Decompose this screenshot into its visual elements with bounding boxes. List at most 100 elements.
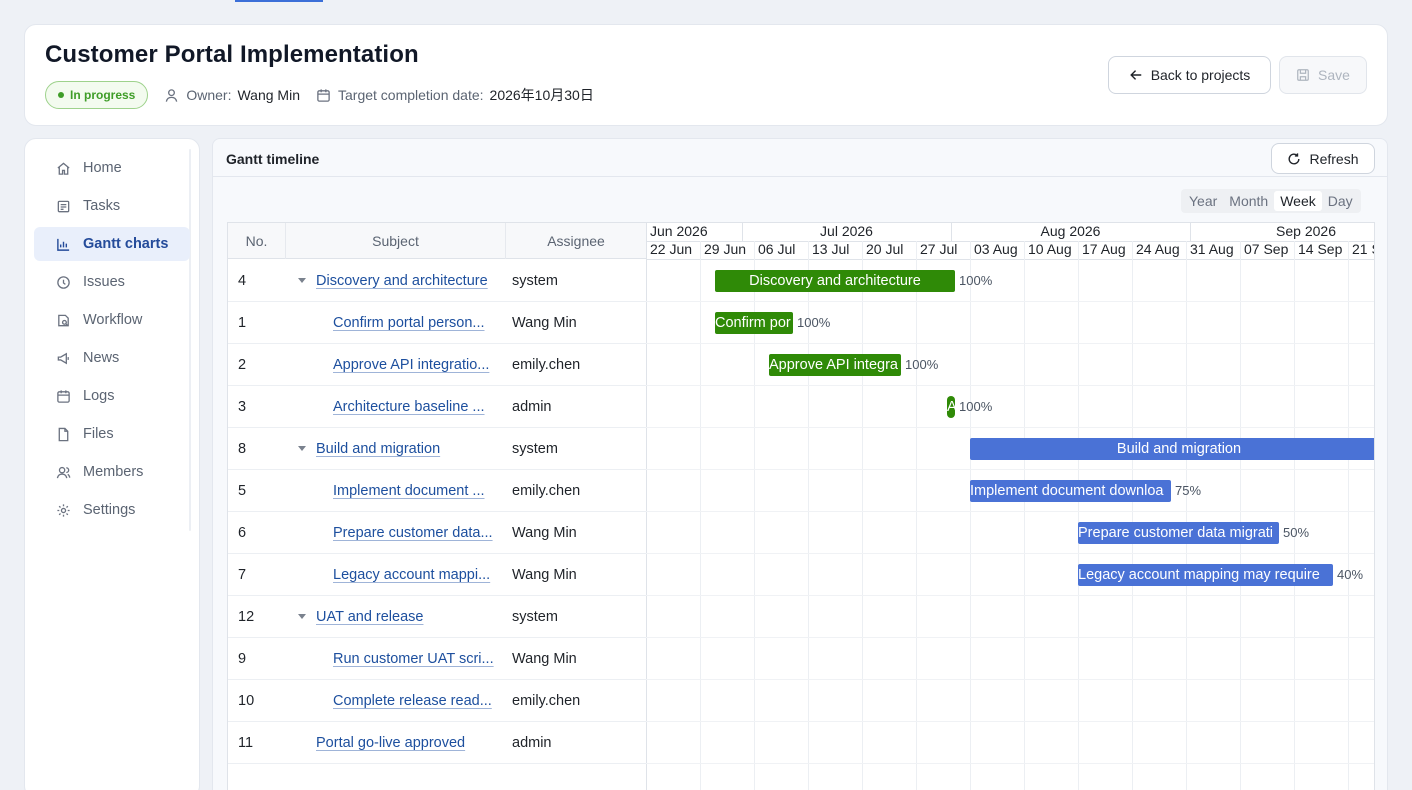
task-subject-link[interactable]: Run customer UAT scri... [333, 651, 494, 667]
table-row[interactable]: 1 Confirm portal person... Wang Min [228, 302, 646, 344]
collapse-caret-icon[interactable] [298, 446, 306, 451]
row-number: 10 [238, 693, 255, 709]
table-row[interactable]: 9 Run customer UAT scri... Wang Min [228, 638, 646, 680]
month-divider [742, 223, 743, 241]
subject-cell: Run customer UAT scri... [333, 638, 503, 680]
week-label: 20 Jul [866, 241, 904, 257]
scale-day[interactable]: Day [1322, 191, 1359, 211]
task-subject-link[interactable]: Build and migration [316, 441, 440, 457]
sidebar-item-members[interactable]: Members [34, 455, 190, 489]
sidebar-item-settings[interactable]: Settings [34, 493, 190, 527]
subject-cell: Confirm portal person... [333, 302, 503, 344]
table-row[interactable]: 2 Approve API integratio... emily.chen [228, 344, 646, 386]
status-dot [58, 92, 64, 98]
task-bar[interactable]: Implement document downloa [970, 480, 1171, 502]
table-row[interactable]: 4 Discovery and architecture system [228, 260, 646, 302]
collapse-caret-icon[interactable] [298, 614, 306, 619]
gantt-panel-header: Gantt timeline Refresh [213, 139, 1387, 177]
subject-cell: Build and migration [316, 428, 522, 470]
column-header-no[interactable]: No. [228, 223, 286, 259]
task-bar[interactable]: Discovery and architecture [715, 270, 955, 292]
task-subject-link[interactable]: Discovery and architecture [316, 273, 488, 289]
owner-name: Wang Min [237, 87, 300, 103]
column-header-subject[interactable]: Subject [286, 223, 506, 259]
sidebar-item-files[interactable]: Files [34, 417, 190, 451]
progress-label: 100% [959, 273, 993, 288]
task-subject-link[interactable]: Portal go-live approved [316, 735, 465, 751]
news-icon [57, 352, 69, 364]
task-bar[interactable]: Approve API integra [769, 354, 901, 376]
task-subject-link[interactable]: Prepare customer data... [333, 525, 493, 541]
sidebar-item-label: News [83, 350, 120, 366]
table-row[interactable]: 5 Implement document ... emily.chen [228, 470, 646, 512]
task-subject-link[interactable]: Complete release read... [333, 693, 492, 709]
task-subject-link[interactable]: UAT and release [316, 609, 423, 625]
assignee-cell: emily.chen [512, 483, 581, 499]
owner-info: Owner: Wang Min [164, 87, 300, 103]
table-row[interactable]: 11 Portal go-live approved admin [228, 722, 646, 764]
sidebar-item-news[interactable]: News [34, 341, 190, 375]
scale-month[interactable]: Month [1223, 191, 1274, 211]
week-gridline [1132, 241, 1133, 790]
assignee-cell: admin [512, 399, 552, 415]
table-row[interactable]: 7 Legacy account mappi... Wang Min [228, 554, 646, 596]
row-number: 11 [238, 735, 254, 751]
collapse-caret-icon[interactable] [298, 278, 306, 283]
week-gridline [1240, 241, 1241, 790]
sidebar-item-home[interactable]: Home [34, 151, 190, 185]
back-to-projects-button[interactable]: Back to projects [1108, 56, 1271, 94]
progress-label: 50% [1283, 525, 1310, 540]
table-row[interactable]: 10 Complete release read... emily.chen [228, 680, 646, 722]
week-label: 21 S [1352, 241, 1374, 257]
sidebar-item-workflow[interactable]: Workflow [34, 303, 190, 337]
sidebar-item-label: Members [83, 464, 144, 480]
week-gridline [916, 241, 917, 790]
task-bar[interactable]: Prepare customer data migrati [1078, 522, 1279, 544]
progress-label: 100% [797, 315, 831, 330]
calendar-icon [317, 88, 330, 102]
assignee-cell: Wang Min [512, 651, 577, 667]
page-title: Customer Portal Implementation [45, 41, 419, 68]
progress-label: 100% [905, 357, 939, 372]
row-number: 2 [238, 357, 247, 373]
task-bar[interactable]: Build and migration [970, 438, 1374, 460]
subject-cell: Implement document ... [333, 470, 503, 512]
table-row[interactable]: 3 Architecture baseline ... admin [228, 386, 646, 428]
gantt-panel-title: Gantt timeline [226, 151, 320, 167]
subject-cell: Complete release read... [333, 680, 503, 722]
table-row[interactable]: 8 Build and migration system [228, 428, 646, 470]
row-number: 8 [238, 441, 247, 457]
sidebar-item-label: Files [83, 426, 114, 442]
table-row[interactable]: 12 UAT and release system [228, 596, 646, 638]
task-bar[interactable]: Legacy account mapping may require [1078, 564, 1333, 586]
month-label: Sep 2026 [1276, 223, 1336, 239]
refresh-button[interactable]: Refresh [1271, 143, 1375, 174]
sidebar-item-logs[interactable]: Logs [34, 379, 190, 413]
task-subject-link[interactable]: Legacy account mappi... [333, 567, 490, 583]
task-subject-link[interactable]: Approve API integratio... [333, 357, 489, 373]
task-subject-link[interactable]: Architecture baseline ... [333, 399, 485, 415]
save-button[interactable]: Save [1279, 56, 1367, 94]
refresh-icon [1289, 152, 1300, 164]
file-icon [58, 427, 69, 441]
sidebar-item-tasks[interactable]: Tasks [34, 189, 190, 223]
task-bar[interactable]: A [947, 396, 955, 418]
week-label: 17 Aug [1082, 241, 1126, 257]
sidebar-item-issues[interactable]: Issues [34, 265, 190, 299]
table-row[interactable]: 6 Prepare customer data... Wang Min [228, 512, 646, 554]
sidebar-item-label: Workflow [83, 312, 143, 328]
subject-cell: Discovery and architecture [316, 260, 522, 302]
assignee-cell: emily.chen [512, 357, 581, 373]
task-subject-link[interactable]: Confirm portal person... [333, 315, 485, 331]
row-number: 12 [238, 609, 255, 625]
grid-header: No. Subject Assignee [228, 223, 646, 259]
task-subject-link[interactable]: Implement document ... [333, 483, 485, 499]
subject-cell: Approve API integratio... [333, 344, 503, 386]
sidebar-item-gantt-charts[interactable]: Gantt charts [34, 227, 190, 261]
week-label: 14 Sep [1298, 241, 1343, 257]
column-header-assignee[interactable]: Assignee [506, 223, 646, 259]
scale-week[interactable]: Week [1274, 191, 1322, 211]
timescale-switcher: Year Month Week Day [1181, 189, 1361, 213]
task-bar[interactable]: Confirm por [715, 312, 793, 334]
scale-year[interactable]: Year [1183, 191, 1223, 211]
